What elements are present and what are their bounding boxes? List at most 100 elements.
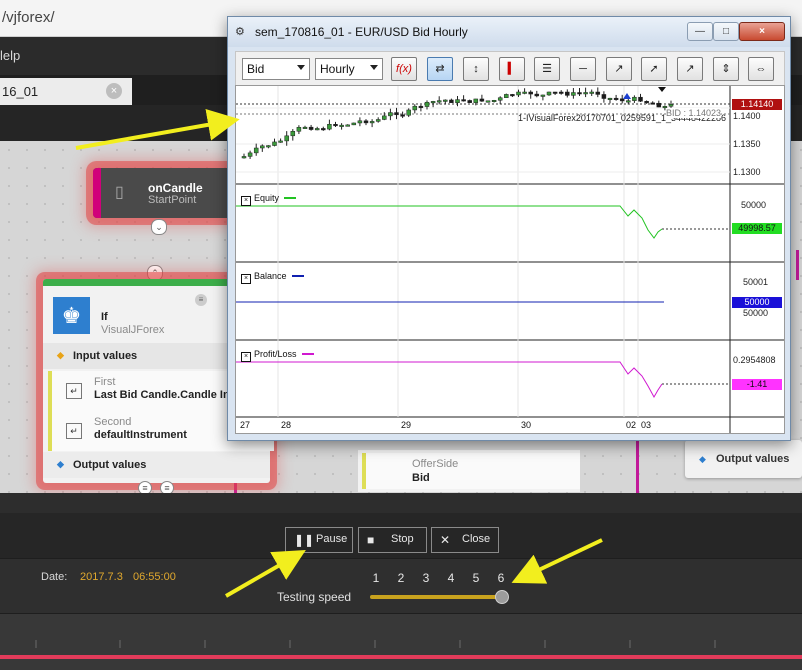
ray-line-icon[interactable]: ➚ xyxy=(641,57,667,81)
trend-line-icon[interactable]: ↗ xyxy=(606,57,632,81)
node-menu-icon[interactable]: ≡ xyxy=(195,294,207,306)
stop-button[interactable]: ■ Stop xyxy=(358,527,427,553)
candle-body xyxy=(467,100,472,103)
candle-body xyxy=(565,91,570,96)
tab-strategy[interactable]: 16_01 × xyxy=(0,78,132,105)
output-port-icon[interactable]: ⌄ xyxy=(151,219,167,235)
connection-wire xyxy=(796,250,799,280)
candle-body xyxy=(284,135,289,142)
candle-body xyxy=(333,123,338,127)
crosshair-mode-icon[interactable]: ⇄ xyxy=(427,57,453,81)
period-select[interactable]: Hourly xyxy=(315,58,383,80)
bid-label: BID : 1.14023 xyxy=(666,108,722,118)
speed-slider-track[interactable] xyxy=(370,595,500,599)
candle-body xyxy=(449,99,454,103)
offerside-row: OfferSide Bid xyxy=(362,453,580,489)
checkbox-icon[interactable]: × xyxy=(241,274,251,284)
candle-body xyxy=(510,94,515,97)
output-values-header[interactable]: ◆ Output values xyxy=(43,452,270,478)
candle-body xyxy=(351,122,357,126)
speed-option-6[interactable]: 6 xyxy=(493,571,509,585)
speed-option-1[interactable]: 1 xyxy=(368,571,384,585)
candle-body xyxy=(382,115,387,120)
output-values-header[interactable]: ◆ Output values xyxy=(685,440,802,478)
minimize-button[interactable]: — xyxy=(687,22,713,41)
speed-option-5[interactable]: 5 xyxy=(468,571,484,585)
candle-body xyxy=(571,92,576,96)
node-oncandle[interactable]: ▯ onCandle StartPoint xyxy=(93,168,243,218)
candle-body xyxy=(595,91,601,95)
candle-body xyxy=(601,94,607,99)
candle-body xyxy=(558,91,564,94)
timeline-progress[interactable] xyxy=(0,655,802,659)
candle-body xyxy=(260,145,265,149)
window-title: sem_170816_01 - EUR/USD Bid Hourly xyxy=(255,25,468,39)
chart-toolbar: Bid Hourly f(x) ⇄ ↕ ▍ ☰ ─ ↗ ➚ ↗ ⇕ ⇔ xyxy=(235,51,785,86)
period-separator-icon[interactable]: ▍ xyxy=(499,57,525,81)
balance-pane-legend[interactable]: × Balance xyxy=(241,271,304,284)
current-price-label: 1.14140 xyxy=(732,99,782,110)
pnl-pane-legend[interactable]: × Profit/Loss xyxy=(241,349,314,362)
date-tick: 27 xyxy=(240,420,251,430)
input-row-offerside[interactable]: OfferSide Bid xyxy=(358,450,580,492)
maximize-button[interactable]: □ xyxy=(713,22,739,41)
checkbox-icon[interactable]: × xyxy=(241,352,251,362)
speed-option-2[interactable]: 2 xyxy=(393,571,409,585)
offer-side-select[interactable]: Bid xyxy=(242,58,310,80)
candle-body xyxy=(436,100,442,103)
price-tick: 1.1350 xyxy=(733,139,761,149)
pause-button[interactable]: ❚❚ Pause xyxy=(285,527,353,553)
candle-body xyxy=(253,147,259,154)
candle-body xyxy=(369,121,375,124)
date-tick: 29 xyxy=(401,420,412,430)
candle-body xyxy=(626,100,631,103)
url-text: /vjforex/ xyxy=(2,9,55,26)
candle-body xyxy=(430,101,436,104)
diamond-icon: ◆ xyxy=(699,454,706,464)
candle-body xyxy=(375,119,381,122)
candle-body xyxy=(668,104,674,107)
window-titlebar[interactable]: ⚙ sem_170816_01 - EUR/USD Bid Hourly — □… xyxy=(228,17,790,47)
connection-wire xyxy=(636,440,639,493)
chart-app-icon: ⚙ xyxy=(235,26,245,38)
node-title: If xyxy=(101,311,108,323)
candle-body xyxy=(522,91,527,94)
vertical-scale-icon[interactable]: ↕ xyxy=(463,57,489,81)
candle-body xyxy=(479,98,485,102)
candle-body xyxy=(583,92,588,95)
speed-option-3[interactable]: 3 xyxy=(418,571,434,585)
date-tick: 30 xyxy=(521,420,532,430)
node-title: onCandle xyxy=(148,181,203,195)
equity-pane-legend[interactable]: × Equity xyxy=(241,193,297,206)
candle-body xyxy=(650,102,655,105)
menu-item-help[interactable]: lelp xyxy=(0,48,20,63)
chart-plot-area[interactable]: 1.1400 1.1350 1.1300 1.14140 1-IVisualFo… xyxy=(235,85,785,434)
candle-body xyxy=(363,120,369,124)
close-button[interactable]: ✕ Close xyxy=(431,527,499,553)
time-value: 06:55:00 xyxy=(133,571,176,583)
legend-swatch xyxy=(291,275,304,277)
speed-slider-handle[interactable] xyxy=(495,590,509,604)
node-subtitle: VisualJForex xyxy=(101,324,165,336)
horizontal-channel-icon[interactable]: ⇕ xyxy=(713,57,739,81)
candle-body xyxy=(247,152,253,157)
checkbox-icon[interactable]: × xyxy=(241,196,251,206)
candle-body xyxy=(418,105,424,108)
price-tick: 1.1300 xyxy=(733,167,761,177)
candle-body xyxy=(473,98,479,103)
tab-close-icon[interactable]: × xyxy=(106,83,122,99)
window-close-button[interactable]: × xyxy=(739,22,785,41)
indicator-formula-icon[interactable]: f(x) xyxy=(391,57,417,81)
parameter-icon: ↵ xyxy=(66,423,82,439)
chevron-down-icon xyxy=(370,65,378,70)
row-label: First xyxy=(94,376,116,388)
vertical-channel-icon[interactable]: ⇔ xyxy=(748,57,774,81)
candle-body xyxy=(400,114,405,117)
chart-window[interactable]: ⚙ sem_170816_01 - EUR/USD Bid Hourly — □… xyxy=(227,16,791,441)
arrow-line-icon[interactable]: ↗ xyxy=(677,57,703,81)
balance-tick: 50000 xyxy=(743,308,769,318)
speed-option-4[interactable]: 4 xyxy=(443,571,459,585)
horizontal-lines-icon[interactable]: ☰ xyxy=(534,57,560,81)
candle-body xyxy=(491,100,497,103)
horizontal-line-icon[interactable]: ─ xyxy=(570,57,596,81)
